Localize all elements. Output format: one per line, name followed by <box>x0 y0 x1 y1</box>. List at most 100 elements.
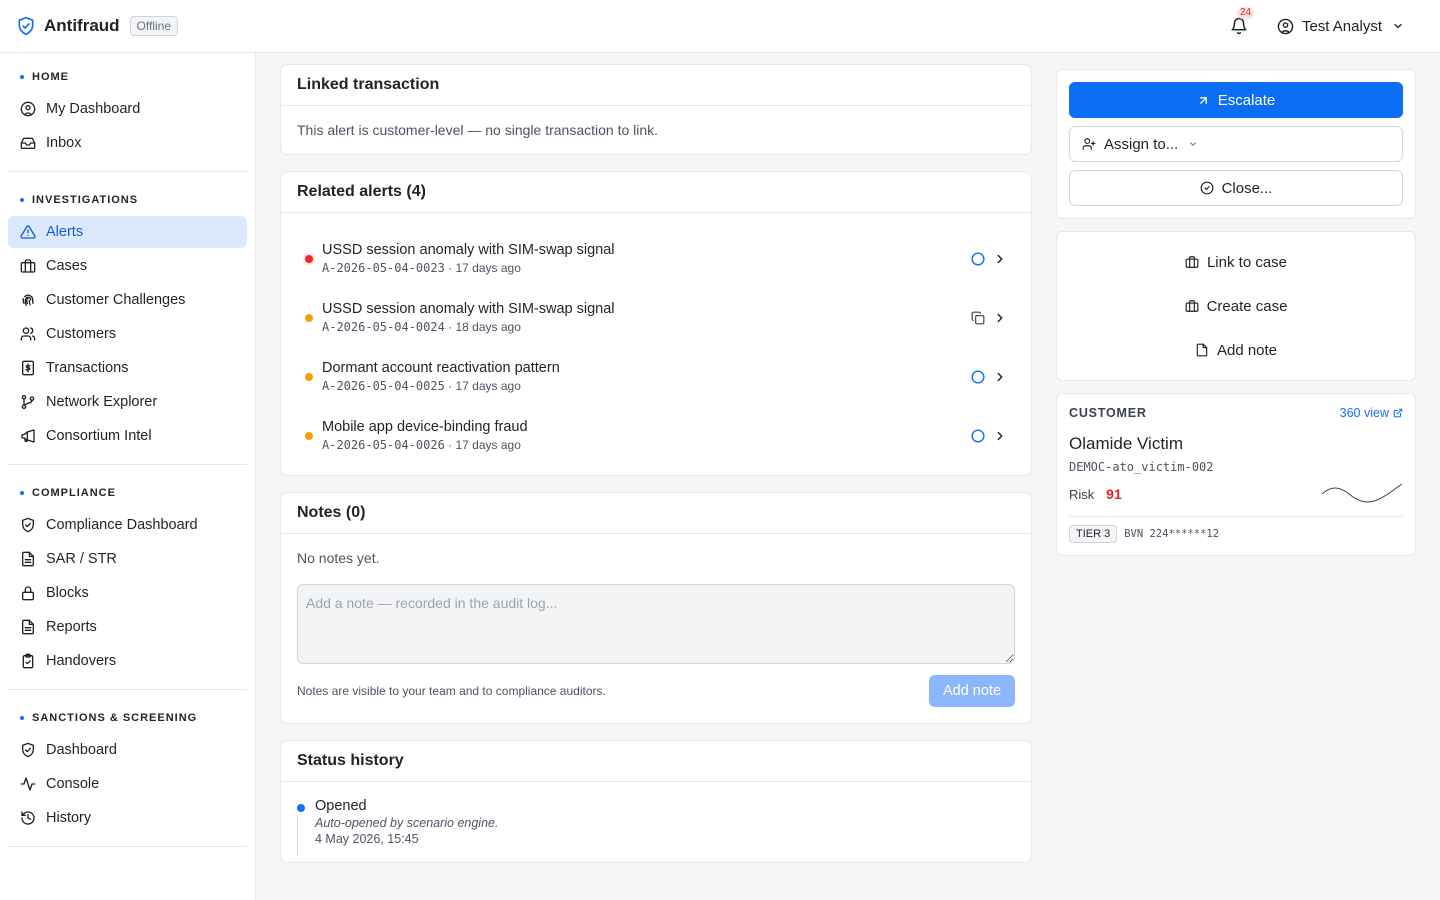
file-icon <box>1196 343 1208 357</box>
history-icon <box>21 811 35 825</box>
sidebar-item-cases[interactable]: Cases <box>8 250 247 282</box>
offline-badge: Offline <box>129 16 179 36</box>
sidebar-item-history[interactable]: History <box>8 802 247 834</box>
create-case-label: Create case <box>1206 297 1288 315</box>
sidebar-item-my-dashboard[interactable]: My Dashboard <box>8 93 247 125</box>
add-note-label: Add note <box>1216 341 1278 359</box>
sidebar-item-alerts[interactable]: Alerts <box>8 216 247 248</box>
sidebar-item-label: Handovers <box>46 653 117 669</box>
file-text-icon <box>22 619 34 635</box>
sidebar-item-label: Network Explorer <box>46 394 158 410</box>
sidebar-item-inbox[interactable]: Inbox <box>8 127 247 159</box>
alert-age: 17 days ago <box>455 437 521 452</box>
history-time: 4 May 2026, 15:45 <box>315 832 419 846</box>
add-note-button[interactable]: Add note <box>1069 328 1403 372</box>
file-text-icon <box>22 551 34 567</box>
linked-transaction-card: Linked transaction This alert is custome… <box>280 64 1032 155</box>
alert-id: A-2026-05-04-0026 <box>322 437 445 452</box>
severity-dot <box>305 254 313 263</box>
escalate-button[interactable]: Escalate <box>1069 82 1403 118</box>
fingerprint-icon <box>22 294 34 306</box>
sidebar-item-consortium-intel[interactable]: Consortium Intel <box>8 420 247 452</box>
sidebar-item-blocks[interactable]: Blocks <box>8 577 247 609</box>
chevron-right-icon[interactable] <box>993 252 1007 266</box>
sidebar-item-network-explorer[interactable]: Network Explorer <box>8 386 247 418</box>
sidebar-item-label: My Dashboard <box>46 101 141 117</box>
add-note-submit-button[interactable]: Add note <box>929 675 1015 707</box>
card-title: Related alerts (4) <box>281 172 1031 213</box>
chevron-right-icon[interactable] <box>993 311 1007 325</box>
sidebar-item-label: Consortium Intel <box>46 428 152 444</box>
sidebar-item-customers[interactable]: Customers <box>8 318 247 350</box>
note-input[interactable] <box>297 584 1015 664</box>
close-alert-button[interactable]: Close... <box>1069 170 1403 206</box>
related-alert-row[interactable]: USSD session anomaly with SIM-swap signa… <box>297 288 1015 347</box>
actions-card: Escalate Assign to... Close... <box>1056 69 1416 219</box>
brand[interactable]: Antifraud Offline <box>16 16 179 36</box>
alert-triangle-icon <box>20 225 36 239</box>
sidebar-item-sanctions-dashboard[interactable]: Dashboard <box>8 734 247 766</box>
chevron-right-icon[interactable] <box>993 370 1007 384</box>
tier-badge: TIER 3 <box>1069 525 1118 543</box>
sidebar-item-transactions[interactable]: Transactions <box>8 352 247 384</box>
sidebar-item-sar-str[interactable]: SAR / STR <box>8 543 247 575</box>
link-label: 360 view <box>1339 406 1389 420</box>
related-alert-row[interactable]: USSD session anomaly with SIM-swap signa… <box>297 229 1015 288</box>
sidebar-item-label: Blocks <box>46 585 89 601</box>
notifications-button[interactable]: 24 <box>1227 7 1255 38</box>
related-alert-row[interactable]: Mobile app device-binding fraud A-2026-0… <box>297 406 1015 465</box>
sidebar-item-label: Compliance Dashboard <box>46 517 198 533</box>
sidebar-item-label: History <box>46 810 92 826</box>
sidebar-item-customer-challenges[interactable]: Customer Challenges <box>8 284 247 316</box>
severity-dot <box>305 313 313 322</box>
sidebar-item-label: Inbox <box>46 135 82 151</box>
alert-id: A-2026-05-04-0025 <box>322 378 445 393</box>
users-icon <box>20 327 36 341</box>
chevron-right-icon[interactable] <box>993 429 1007 443</box>
status-history-card: Status history Opened Auto-opened by sce… <box>280 740 1032 863</box>
link-to-case-button[interactable]: Link to case <box>1069 240 1403 284</box>
sidebar-item-label: Customers <box>46 326 117 342</box>
external-link-icon <box>1393 408 1403 418</box>
sidebar-item-console[interactable]: Console <box>8 768 247 800</box>
user-name: Test Analyst <box>1301 17 1382 35</box>
sidebar-item-handovers[interactable]: Handovers <box>8 645 247 677</box>
chevron-down-icon <box>1190 142 1197 146</box>
chevron-down-icon <box>1394 23 1402 29</box>
shield-check-icon <box>18 16 34 36</box>
bvn-value: BVN 224******12 <box>1124 528 1220 540</box>
app-name: Antifraud <box>44 16 120 35</box>
alert-title: USSD session anomaly with SIM-swap signa… <box>322 241 615 258</box>
history-status: Opened <box>315 798 367 814</box>
create-case-button[interactable]: Create case <box>1069 284 1403 328</box>
sidebar-item-compliance-dashboard[interactable]: Compliance Dashboard <box>8 509 247 541</box>
sidebar-item-label: Cases <box>46 258 88 274</box>
main-content: Linked transaction This alert is custome… <box>280 64 1032 879</box>
customer-id: DEMOC-ato_victim-002 <box>1069 460 1214 474</box>
user-menu[interactable]: Test Analyst <box>1277 18 1412 35</box>
section-title: INVESTIGATIONS <box>32 194 139 206</box>
card-title: Notes (0) <box>281 493 1031 534</box>
related-alert-row[interactable]: Dormant account reactivation pattern A-2… <box>297 347 1015 406</box>
alert-title: Mobile app device-binding fraud <box>322 418 528 435</box>
escalate-label: Escalate <box>1217 91 1276 109</box>
risk-score: 91 <box>1106 486 1122 502</box>
clipboard-check-icon <box>22 653 34 669</box>
status-circle-icon <box>971 369 985 384</box>
severity-dot <box>305 372 313 381</box>
git-branch-icon <box>21 395 35 409</box>
lock-icon <box>22 586 34 601</box>
assign-dropdown[interactable]: Assign to... <box>1069 126 1403 162</box>
top-bar: Antifraud Offline 24 Test Analyst <box>0 0 1440 53</box>
user-circle-icon <box>1277 18 1294 34</box>
arrow-up-right-icon <box>1199 96 1207 104</box>
sidebar-section-compliance: COMPLIANCE Compliance Dashboard SAR / ST… <box>8 481 247 690</box>
sidebar-item-reports[interactable]: Reports <box>8 611 247 643</box>
close-label: Close... <box>1221 179 1273 197</box>
section-title: HOME <box>32 71 69 83</box>
status-circle-icon <box>971 428 985 443</box>
case-actions-card: Link to case Create case Add note <box>1056 231 1416 381</box>
copy-icon <box>971 311 985 324</box>
section-title: SANCTIONS & SCREENING <box>32 712 198 724</box>
customer-360-view-link[interactable]: 360 view <box>1340 406 1403 420</box>
